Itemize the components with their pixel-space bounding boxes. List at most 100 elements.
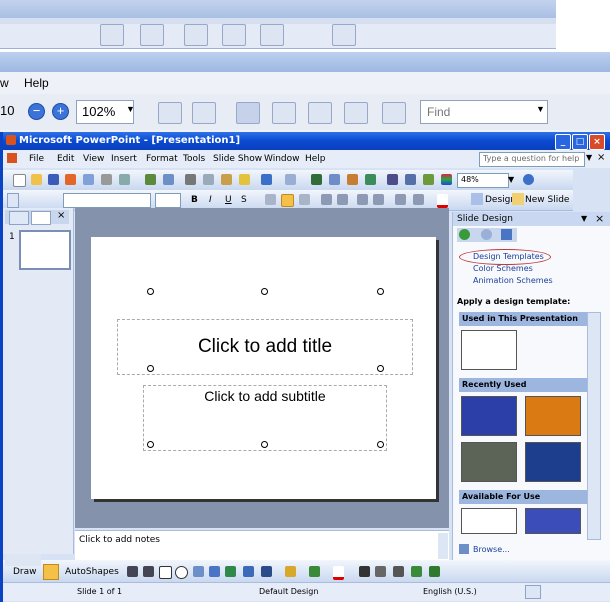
bg-tool-button[interactable] — [184, 24, 208, 46]
research-icon[interactable] — [163, 174, 174, 185]
chevron-down-icon[interactable]: ▼ — [586, 153, 592, 162]
menu-view[interactable]: View — [83, 154, 104, 164]
font-size-select[interactable] — [155, 193, 181, 208]
chevron-down-icon[interactable]: ▼ — [536, 104, 545, 114]
template-plain[interactable] — [461, 508, 517, 534]
document-icon[interactable] — [7, 153, 17, 163]
diagram-icon[interactable] — [225, 566, 236, 577]
resize-handle[interactable] — [261, 288, 268, 295]
maximize-button[interactable]: □ — [572, 134, 588, 150]
autoshapes-menu[interactable]: AutoShapes — [65, 567, 119, 577]
menu-edit[interactable]: Edit — [57, 154, 74, 164]
menu-help[interactable]: Help — [305, 154, 326, 164]
menu-slide-show[interactable]: Slide Show — [213, 154, 262, 164]
chevron-down-icon[interactable]: ▼ — [126, 104, 135, 114]
cut-icon[interactable] — [185, 174, 196, 185]
resize-handle[interactable] — [377, 441, 384, 448]
zoom-in-icon[interactable]: + — [52, 103, 69, 120]
resize-handle[interactable] — [261, 441, 268, 448]
close-document-icon[interactable]: × — [597, 152, 605, 163]
picture-icon[interactable] — [261, 566, 272, 577]
view-buttons[interactable] — [5, 554, 41, 566]
link-color-schemes[interactable]: Color Schemes — [473, 264, 533, 273]
bg-tool-button[interactable] — [100, 24, 124, 46]
decrease-font-icon[interactable] — [373, 194, 384, 205]
menu-file[interactable]: File — [29, 154, 44, 164]
template-blue[interactable] — [461, 396, 517, 436]
template-blue-2[interactable] — [525, 508, 581, 534]
show-formatting-icon[interactable] — [405, 174, 416, 185]
link-animation-schemes[interactable]: Animation Schemes — [473, 276, 553, 285]
text-box-icon[interactable] — [193, 566, 204, 577]
permission-icon[interactable] — [65, 174, 76, 185]
resize-handle[interactable] — [147, 441, 154, 448]
undo-icon[interactable] — [261, 174, 272, 185]
copy-icon[interactable] — [203, 174, 214, 185]
resize-handle[interactable] — [147, 365, 154, 372]
align-left-icon[interactable] — [265, 194, 276, 205]
shadow-button[interactable]: S — [241, 195, 247, 205]
link-design-templates[interactable]: Design Templates — [473, 252, 544, 261]
bold-button[interactable]: B — [191, 195, 198, 205]
task-pane-scrollbar[interactable] — [587, 312, 601, 540]
template-orange[interactable] — [525, 396, 581, 436]
close-pane-icon[interactable]: × — [57, 210, 65, 221]
fit-page-icon[interactable] — [192, 102, 216, 124]
bg-tool-button[interactable] — [140, 24, 164, 46]
zoom-out-icon[interactable]: − — [28, 103, 45, 120]
tab-toggle-icon[interactable] — [7, 193, 19, 208]
print-icon[interactable] — [101, 174, 112, 185]
fullscreen-icon[interactable] — [382, 102, 406, 124]
fit-width-icon[interactable] — [158, 102, 182, 124]
forward-icon[interactable] — [481, 229, 492, 240]
align-right-icon[interactable] — [299, 194, 310, 205]
template-navy[interactable] — [525, 442, 581, 482]
menu-window[interactable]: Window — [264, 154, 300, 164]
slides-tab[interactable] — [31, 211, 51, 225]
format-painter-icon[interactable] — [239, 174, 250, 185]
increase-indent-icon[interactable] — [413, 194, 424, 205]
draw-menu[interactable]: Draw — [13, 567, 37, 577]
menu-tools[interactable]: Tools — [183, 154, 205, 164]
close-icon[interactable]: × — [595, 212, 604, 225]
resize-handle[interactable] — [147, 288, 154, 295]
grid-icon[interactable] — [423, 174, 434, 185]
print-preview-icon[interactable] — [119, 174, 130, 185]
new-icon[interactable] — [13, 174, 26, 187]
decrease-indent-icon[interactable] — [395, 194, 406, 205]
redo-icon[interactable] — [285, 174, 296, 185]
insert-chart-icon[interactable] — [311, 174, 322, 185]
help-question-input[interactable]: Type a question for help — [479, 152, 585, 167]
dash-style-icon[interactable] — [375, 566, 386, 577]
rectangle-icon[interactable] — [159, 566, 172, 579]
page-view-icon[interactable] — [272, 102, 296, 124]
numbering-icon[interactable] — [321, 194, 332, 205]
menu-insert[interactable]: Insert — [111, 154, 137, 164]
line-icon[interactable] — [127, 566, 138, 577]
two-page-icon[interactable] — [308, 102, 332, 124]
slide-canvas[interactable]: Click to add title Click to add subtitle — [91, 237, 436, 499]
chevron-down-icon[interactable]: ▼ — [581, 214, 587, 223]
select-objects-icon[interactable] — [43, 564, 59, 580]
color-grayscale-icon[interactable] — [441, 174, 452, 185]
help-icon[interactable] — [523, 174, 534, 185]
italic-button[interactable]: I — [209, 195, 212, 205]
spelling-icon[interactable] — [145, 174, 156, 185]
paste-icon[interactable] — [221, 174, 232, 185]
save-icon[interactable] — [48, 174, 59, 185]
zoom-select[interactable]: 48% — [457, 173, 509, 188]
3d-style-icon[interactable] — [429, 566, 440, 577]
tables-borders-icon[interactable] — [347, 174, 358, 185]
template-default[interactable] — [461, 330, 517, 370]
resize-handle[interactable] — [377, 288, 384, 295]
back-icon[interactable] — [459, 229, 470, 240]
underline-button[interactable]: U — [225, 195, 232, 205]
bg-menu-item[interactable]: w — [0, 76, 9, 90]
bullets-icon[interactable] — [337, 194, 348, 205]
insert-diagram-icon[interactable] — [365, 174, 376, 185]
wordart-icon[interactable] — [209, 566, 220, 577]
slide-thumbnail[interactable] — [19, 230, 71, 270]
arrow-icon[interactable] — [143, 566, 154, 577]
line-color-icon[interactable] — [309, 566, 320, 577]
bg-tool-button[interactable] — [222, 24, 246, 46]
